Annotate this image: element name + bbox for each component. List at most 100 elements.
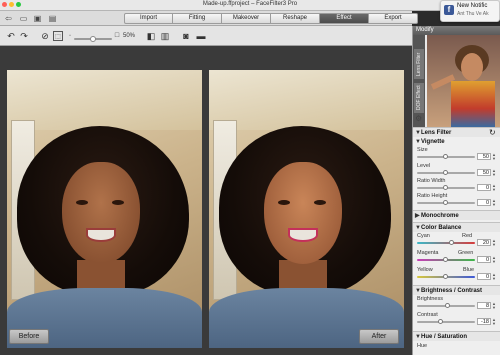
blue-label: Blue bbox=[463, 267, 475, 273]
open-file-icon[interactable]: ⇦ bbox=[4, 14, 13, 23]
ratio-width-stepper[interactable]: ▲ ▼ bbox=[492, 184, 496, 192]
hue-label: Hue bbox=[417, 343, 428, 349]
magenta-green-stepper[interactable]: ▲ ▼ bbox=[492, 256, 496, 264]
size-slider[interactable] bbox=[417, 154, 475, 159]
export-icon[interactable]: ▤ bbox=[48, 14, 57, 23]
section-label: Color Balance bbox=[421, 225, 462, 231]
cyan-label: Cyan bbox=[417, 233, 430, 239]
split-view-icon[interactable]: ◧ bbox=[146, 31, 156, 41]
facefilter-window: Made-up.ffproject – FaceFilter3 Pro ⇦ ▭ … bbox=[0, 0, 500, 355]
ratio-width-label: Ratio Width bbox=[417, 178, 446, 184]
cyan-red-slider[interactable] bbox=[417, 240, 475, 245]
effect-settings: ▼ Lens Filter ↻ ▼ Vignette Size 50 ▲ ▼ Leve… bbox=[413, 127, 500, 355]
cyan-red-stepper[interactable]: ▲ ▼ bbox=[492, 239, 496, 247]
yellow-blue-slider[interactable] bbox=[417, 274, 475, 279]
facebook-icon: f bbox=[444, 5, 454, 15]
tab-export[interactable]: Export bbox=[369, 13, 418, 24]
size-slider-knob[interactable] bbox=[443, 154, 448, 159]
section-monochrome[interactable]: ▶ Monochrome bbox=[413, 210, 500, 220]
magenta-green-value[interactable]: 0 bbox=[477, 256, 491, 263]
section-label: Brightness / Contrast bbox=[421, 288, 483, 294]
zoom-slider[interactable] bbox=[74, 36, 112, 42]
redo-icon[interactable]: ↷ bbox=[19, 31, 29, 41]
ratio-height-value[interactable]: 0 bbox=[477, 199, 491, 206]
yellow-blue-value[interactable]: 0 bbox=[477, 273, 491, 280]
brightness-slider[interactable] bbox=[417, 303, 475, 308]
brightness-value[interactable]: 8 bbox=[477, 302, 491, 309]
tab-makeover[interactable]: Makeover bbox=[222, 13, 271, 24]
section-label: Monochrome bbox=[421, 213, 459, 219]
before-photo: Before bbox=[7, 70, 202, 348]
level-slider[interactable] bbox=[417, 170, 475, 175]
after-photo: After bbox=[209, 70, 404, 348]
cyan-red-value[interactable]: 20 bbox=[477, 239, 491, 246]
brightness-slider-knob[interactable] bbox=[445, 303, 451, 308]
cyan-red-slider-knob[interactable] bbox=[448, 240, 454, 245]
section-color-balance[interactable]: ▼ Color Balance bbox=[413, 222, 500, 232]
notification-banner[interactable]: f New Notific Ant Thu Ve Ak bbox=[440, 0, 500, 22]
background-icon[interactable]: ▬ bbox=[196, 31, 206, 41]
section-label: Lens Filter bbox=[421, 130, 452, 136]
brightness-stepper[interactable]: ▲ ▼ bbox=[492, 302, 496, 310]
edit-toolbar: ↶ ↷ ⊘ ⬚ ▫ □ 50% ◧ ▥ ◙ ▬ bbox=[0, 26, 412, 46]
compare-view-icon[interactable]: ▥ bbox=[160, 31, 170, 41]
after-button[interactable]: After bbox=[359, 329, 399, 344]
tab-reshape[interactable]: Reshape bbox=[271, 13, 320, 24]
magenta-green-slider-knob[interactable] bbox=[443, 257, 448, 262]
top-toolbar: ⇦ ▭ ▣ ▤ Import Fitting Makeover Reshape … bbox=[0, 11, 418, 26]
yellow-label: Yellow bbox=[417, 267, 433, 273]
green-label: Green bbox=[458, 250, 474, 256]
section-lens-filter[interactable]: ▼ Lens Filter bbox=[413, 127, 500, 137]
size-value[interactable]: 50 bbox=[477, 153, 491, 160]
contrast-value[interactable]: -18 bbox=[477, 318, 491, 325]
before-button[interactable]: Before bbox=[9, 329, 49, 344]
modify-panel-header: Modify bbox=[413, 26, 500, 35]
tab-effect[interactable]: Effect bbox=[320, 13, 369, 24]
magenta-green-slider[interactable] bbox=[417, 257, 475, 262]
level-slider-knob[interactable] bbox=[443, 170, 448, 175]
ratio-width-slider-knob[interactable] bbox=[443, 185, 448, 190]
notification-body: Ant Thu Ve Ak bbox=[457, 11, 489, 17]
yellow-blue-slider-knob[interactable] bbox=[443, 274, 448, 279]
notification-title: New Notific bbox=[457, 3, 488, 9]
red-label: Red bbox=[462, 233, 473, 239]
contrast-stepper[interactable]: ▲ ▼ bbox=[492, 318, 496, 326]
tab-fitting[interactable]: Fitting bbox=[173, 13, 222, 24]
tab-lens-filter[interactable]: Lens Filter bbox=[414, 49, 424, 79]
section-label: Hue / Saturation bbox=[421, 334, 468, 340]
ratio-height-slider[interactable] bbox=[417, 200, 475, 205]
open-folder-icon[interactable]: ▭ bbox=[19, 14, 28, 23]
fit-screen-icon[interactable]: ⬚ bbox=[53, 31, 63, 41]
contrast-slider[interactable] bbox=[417, 319, 475, 324]
tab-dof-effect[interactable]: DOF Effect bbox=[414, 83, 424, 113]
tab-import[interactable]: Import bbox=[124, 13, 173, 24]
reset-icon[interactable]: ↻ bbox=[489, 128, 496, 137]
gear-icon[interactable]: ⚙ bbox=[415, 114, 422, 123]
workflow-tabs: Import Fitting Makeover Reshape Effect E… bbox=[124, 13, 418, 24]
size-label: Size bbox=[417, 147, 428, 153]
modify-panel: Modify Lens Filter DOF Effect ⚙ ▼ Lens Fi… bbox=[412, 26, 500, 355]
yellow-blue-stepper[interactable]: ▲ ▼ bbox=[492, 273, 496, 281]
save-icon[interactable]: ▣ bbox=[33, 14, 42, 23]
no-filter-icon[interactable]: ⊘ bbox=[40, 31, 50, 41]
zoom-slider-knob[interactable] bbox=[90, 36, 96, 42]
preview-icon[interactable]: ◙ bbox=[181, 31, 191, 41]
ratio-width-slider[interactable] bbox=[417, 185, 475, 190]
section-brightness-contrast[interactable]: ▼ Brightness / Contrast bbox=[413, 285, 500, 295]
window-title: Made-up.ffproject – FaceFilter3 Pro bbox=[202, 1, 298, 7]
ratio-height-slider-knob[interactable] bbox=[443, 200, 448, 205]
level-label: Level bbox=[417, 163, 431, 169]
undo-icon[interactable]: ↶ bbox=[6, 31, 16, 41]
zoom-in-icon: □ bbox=[114, 32, 120, 39]
ratio-height-stepper[interactable]: ▲ ▼ bbox=[492, 199, 496, 207]
effect-preview-thumbnail bbox=[427, 35, 500, 127]
level-stepper[interactable]: ▲ ▼ bbox=[492, 169, 496, 177]
zoom-value: 50% bbox=[123, 33, 136, 39]
section-vignette[interactable]: ▼ Vignette bbox=[413, 137, 500, 147]
title-bar: Made-up.ffproject – FaceFilter3 Pro bbox=[0, 0, 500, 11]
section-hue-saturation[interactable]: ▼ Hue / Saturation bbox=[413, 331, 500, 341]
level-value[interactable]: 50 bbox=[477, 169, 491, 176]
contrast-slider-knob[interactable] bbox=[438, 319, 444, 324]
size-stepper[interactable]: ▲ ▼ bbox=[492, 153, 496, 161]
ratio-width-value[interactable]: 0 bbox=[477, 184, 491, 191]
